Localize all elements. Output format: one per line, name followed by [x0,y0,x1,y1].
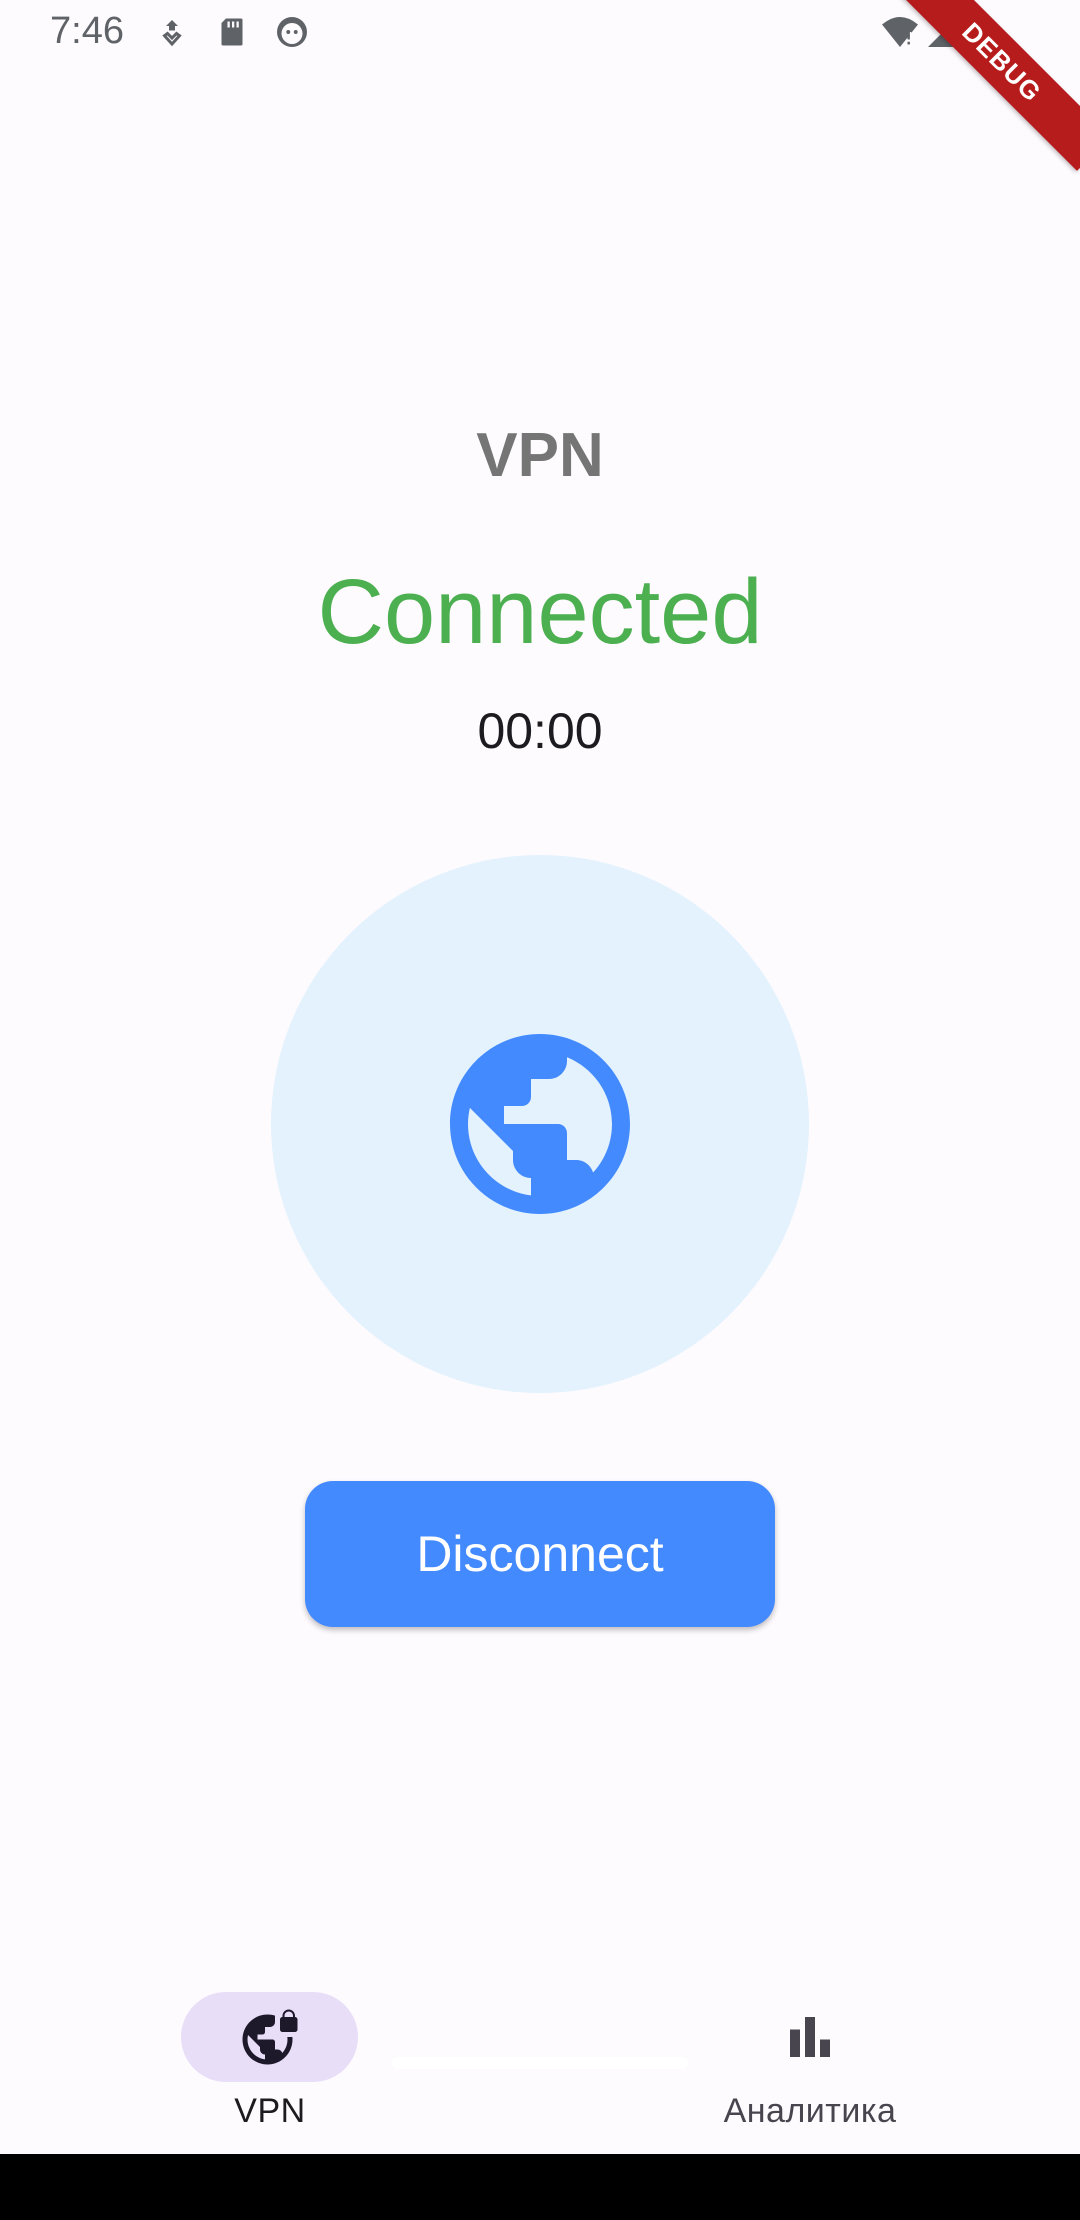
wifi-icon [882,17,918,47]
vpn-lock-icon [242,2009,298,2065]
disconnect-button[interactable]: Disconnect [305,1481,775,1627]
globe-icon [450,1034,630,1214]
screen: 7:46 DEBUG VPN Connected 00:00 Disconnec… [0,0,1080,2220]
connection-status: Connected [317,561,763,663]
nav-label-vpn: VPN [234,2092,306,2130]
home-gesture-handle[interactable] [392,2057,688,2069]
system-navigation-bar [0,2154,1080,2220]
sd-card-icon [221,18,243,46]
download-icon [162,20,182,47]
globe-circle [271,855,809,1393]
bar-chart-icon [790,2017,830,2057]
face-icon [277,17,307,47]
connection-timer: 00:00 [477,703,603,759]
page-title: VPN [476,421,604,490]
status-time: 7:46 [50,10,124,52]
nav-label-analytics: Аналитика [723,2092,897,2130]
